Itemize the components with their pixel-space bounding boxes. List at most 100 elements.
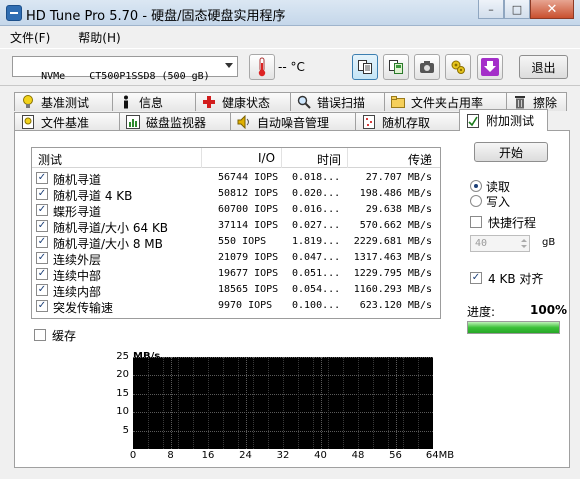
- table-row: ✓ 连续中部 19677 IOPS 0.051... 1229.795 MB/s: [32, 266, 440, 283]
- tab-row-2: 文件基准 磁盘监视器 自动噪音管理 随机存取 附加测试: [14, 109, 548, 131]
- options-icon: [451, 60, 465, 74]
- tab-file-benchmark[interactable]: 文件基准: [14, 112, 120, 131]
- row-checkbox[interactable]: ✓: [36, 236, 48, 248]
- column-transfer: 传递: [408, 153, 433, 167]
- tab-label: 附加测试: [486, 114, 535, 128]
- copy-icon: [358, 60, 372, 74]
- grid-line: [148, 357, 149, 449]
- read-radio[interactable]: [470, 180, 482, 192]
- progress-bar: [467, 321, 560, 334]
- column-divider: [201, 148, 202, 168]
- save-button[interactable]: [383, 54, 409, 80]
- copy-text-button[interactable]: [352, 54, 378, 80]
- y-tick-label: 5: [122, 424, 129, 436]
- column-io: I/O: [258, 151, 276, 165]
- lightbulb-icon: [21, 95, 35, 109]
- y-tick-label: 20: [116, 369, 129, 381]
- grid-line: [298, 357, 299, 449]
- tab-label: 磁盘监视器: [146, 115, 207, 130]
- thermometer-icon: [258, 57, 266, 77]
- start-button[interactable]: 开始: [474, 142, 548, 162]
- stepper-up-icon[interactable]: [521, 239, 527, 242]
- write-radio[interactable]: [470, 195, 482, 207]
- tab-noise-management[interactable]: 自动噪音管理: [230, 112, 356, 131]
- row-checkbox[interactable]: ✓: [36, 188, 48, 200]
- tab-label: 健康状态: [222, 95, 271, 110]
- tab-error-scan[interactable]: 错误扫描: [290, 92, 385, 111]
- results-table: 测试 I/O 时间 传递 ✓ 随机寻道 56744 IOPS 0.018... 27.7…: [31, 147, 441, 319]
- row-transfer: 1229.795 MB/s: [353, 268, 432, 279]
- grid-line: [418, 357, 419, 449]
- cache-label: 缓存: [52, 329, 77, 343]
- menu-help[interactable]: 帮助(H): [72, 29, 126, 46]
- screenshot-button[interactable]: [414, 54, 440, 80]
- quick-stroke-value: 40: [475, 238, 488, 249]
- grid-line: [388, 357, 389, 449]
- align-4kb-checkbox[interactable]: ✓: [470, 272, 482, 284]
- quick-stroke-checkbox[interactable]: [470, 216, 482, 228]
- save-icon: [389, 60, 403, 74]
- row-checkbox[interactable]: ✓: [36, 284, 48, 296]
- x-tick-label: 48: [351, 450, 365, 461]
- temperature-readout: -- °C: [278, 60, 305, 74]
- y-tick-label: 25: [116, 351, 129, 362]
- file-benchmark-icon: [21, 115, 35, 129]
- speaker-icon: [237, 115, 251, 129]
- quick-stroke-label: 快捷行程: [488, 216, 537, 230]
- row-checkbox[interactable]: ✓: [36, 300, 48, 312]
- update-button[interactable]: [477, 54, 503, 80]
- row-checkbox[interactable]: ✓: [36, 204, 48, 216]
- column-divider: [347, 148, 348, 168]
- cache-checkbox[interactable]: [34, 329, 46, 341]
- options-button[interactable]: [445, 54, 471, 80]
- grid-line: [358, 357, 359, 449]
- tab-random-access[interactable]: 随机存取: [355, 112, 460, 131]
- info-icon: [119, 95, 133, 109]
- stepper-down-icon[interactable]: [521, 245, 527, 248]
- minimize-button[interactable]: –: [478, 0, 504, 19]
- tab-info[interactable]: 信息: [112, 92, 196, 111]
- table-header: 测试 I/O 时间 传递: [32, 148, 440, 168]
- row-time: 0.100...: [292, 300, 341, 311]
- row-time: 0.027...: [292, 220, 341, 231]
- row-time: 0.054...: [292, 284, 341, 295]
- window-title: HD Tune Pro 5.70 - 硬盘/固态硬盘实用程序: [26, 9, 286, 24]
- table-row: ✓ 蝶形寻道 60700 IOPS 0.016... 29.638 MB/s: [32, 202, 440, 219]
- grid-line: [178, 357, 179, 449]
- maximize-button[interactable]: □: [504, 0, 530, 19]
- row-transfer: 27.707 MB/s: [365, 172, 432, 183]
- row-checkbox[interactable]: ✓: [36, 268, 48, 280]
- grid-line: [283, 357, 284, 449]
- x-tick-label: 56: [389, 450, 402, 461]
- health-cross-icon: [202, 95, 216, 109]
- temperature-button[interactable]: [249, 54, 275, 80]
- tab-label: 信息: [139, 95, 164, 110]
- row-checkbox[interactable]: ✓: [36, 172, 48, 184]
- quick-stroke-stepper[interactable]: 40: [470, 235, 530, 252]
- row-checkbox[interactable]: ✓: [36, 252, 48, 264]
- drive-select-value: NVMe CT500P1SSD8 (500 gB): [41, 71, 210, 82]
- exit-button[interactable]: 退出: [519, 55, 568, 79]
- column-divider: [281, 148, 282, 168]
- toolbar: NVMe CT500P1SSD8 (500 gB) -- °C 退出: [0, 48, 580, 86]
- folder-icon: [391, 95, 405, 109]
- row-checkbox[interactable]: ✓: [36, 220, 48, 232]
- menu-bar: 文件(F) 帮助(H): [0, 26, 580, 48]
- close-button[interactable]: ✕: [530, 0, 574, 19]
- y-tick-label: 10: [116, 406, 129, 418]
- tab-extra-tests[interactable]: 附加测试: [459, 109, 548, 131]
- table-row: ✓ 连续内部 18565 IOPS 0.054... 1160.293 MB/s: [32, 282, 440, 299]
- drive-select[interactable]: NVMe CT500P1SSD8 (500 gB): [12, 56, 238, 82]
- menu-file[interactable]: 文件(F): [4, 29, 56, 46]
- random-access-icon: [362, 115, 376, 129]
- tab-health[interactable]: 健康状态: [195, 92, 291, 111]
- grid-line: [268, 357, 269, 449]
- monitor-chart-icon: [126, 115, 140, 129]
- x-tick-label: 40: [314, 450, 327, 461]
- row-io: 60700 IOPS: [218, 204, 279, 215]
- grid-line: [170, 357, 172, 449]
- tab-benchmark[interactable]: 基准测试: [14, 92, 113, 111]
- tab-label: 自动噪音管理: [257, 115, 330, 130]
- tab-disk-monitor[interactable]: 磁盘监视器: [119, 112, 231, 131]
- grid-line: [193, 357, 194, 449]
